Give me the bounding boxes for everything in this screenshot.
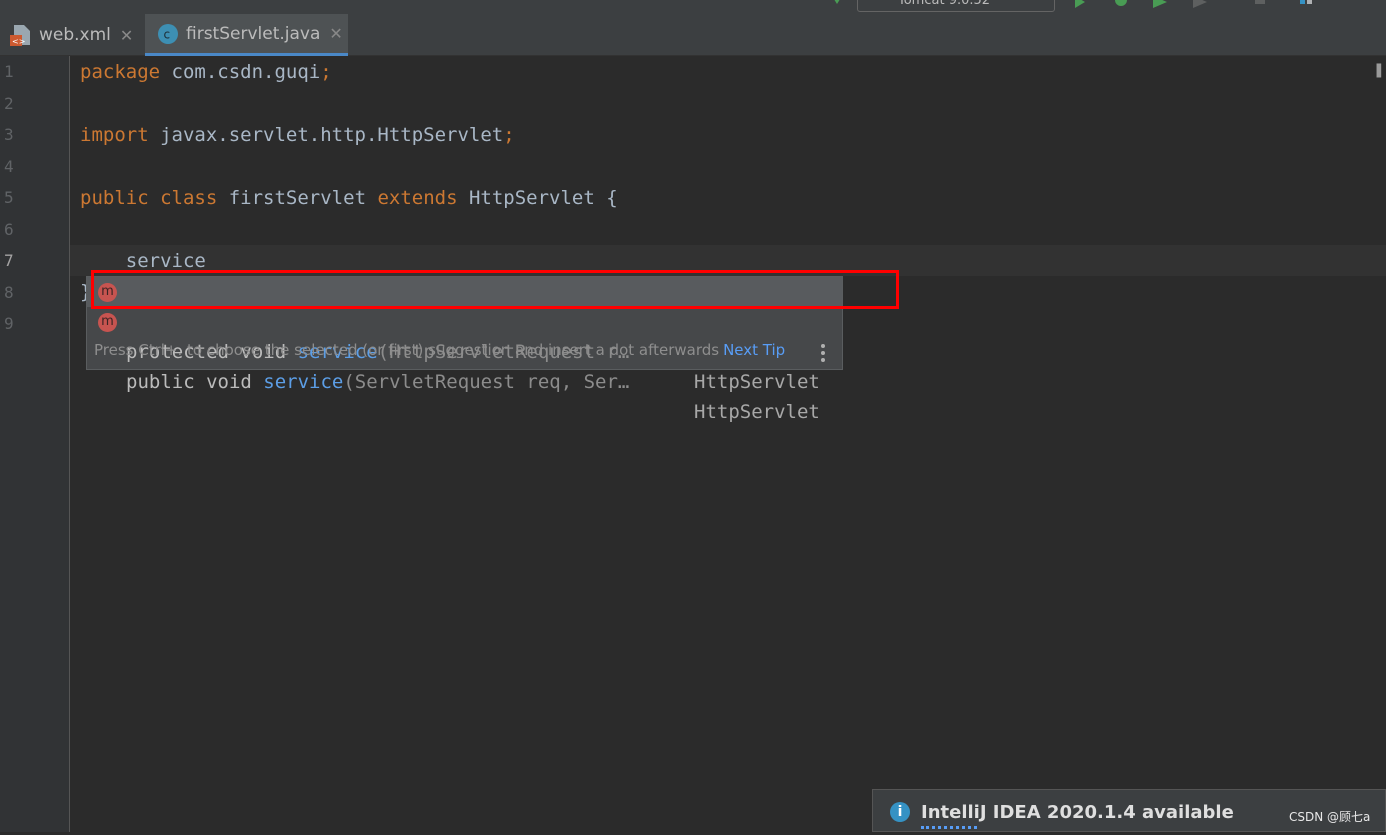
stop-icon[interactable] [1253,0,1267,8]
line-number: 5 [4,188,14,207]
line-number: 8 [4,283,14,302]
method-icon: m [98,313,117,332]
coverage-icon[interactable] [1153,0,1167,8]
keyword: public [80,187,149,209]
method-name: service [263,371,344,393]
profile-icon[interactable] [1193,0,1207,8]
keyword: import [80,124,149,146]
completion-item[interactable]: m public void service(ServletRequest req… [87,307,842,423]
keyword: class [160,187,218,209]
more-options-icon[interactable] [821,344,825,365]
pause-icon[interactable]: ❚❚ [1373,62,1386,78]
keyword: extends [377,187,458,209]
java-class-icon: c [158,23,178,44]
xml-file-icon: <> [10,25,30,46]
semicolon: ; [503,124,515,146]
svg-text:c: c [164,27,171,41]
class-name: firstServlet [217,187,378,209]
line-number: 2 [4,94,14,113]
run-icon[interactable] [1073,0,1087,8]
completion-hint: Press Ctrl+. to choose the selected (or … [94,341,785,359]
method-params: (ServletRequest req, Ser… [343,371,630,393]
notification-link[interactable] [921,826,977,835]
code-text: javax.servlet.http.HttpServlet [148,124,504,146]
build-icon[interactable] [830,0,844,8]
line-number: 4 [4,157,14,176]
tab-web-xml[interactable]: <> web.xml ✕ [0,14,143,56]
info-icon: i [890,802,910,822]
line-number: 6 [4,220,14,239]
code-line-3[interactable]: import javax.servlet.http.HttpServlet; [80,123,515,147]
editor-gutter: 1 2 3 4 5 6 7 8 9 [0,56,70,832]
watermark: CSDN @顾七a [1289,810,1371,824]
close-icon[interactable]: ✕ [329,24,342,43]
hint-text: Press Ctrl+. to choose the selected (or … [94,341,720,359]
tab-label: web.xml [39,25,111,45]
method-modifiers: public void [126,371,264,393]
keyword: package [80,61,161,83]
code-text: HttpServlet { [457,187,618,209]
tab-label: firstServlet.java [186,23,321,44]
line-number-current: 7 [4,251,14,270]
svg-text:<>: <> [12,37,25,46]
search-everywhere-icon[interactable] [1348,0,1362,8]
line-number: 3 [4,125,14,144]
editor-tab-bar: <> web.xml ✕ c firstServlet.java ✕ [0,14,1386,56]
debug-icon[interactable] [1114,0,1128,8]
completion-signature: public void service(ServletRequest req, … [126,367,629,397]
line-number: 1 [4,62,14,81]
code-line-5[interactable]: public class firstServlet extends HttpSe… [80,186,618,210]
code-text: com.csdn.guqi [160,61,321,83]
method-owner: HttpServlet [694,371,820,393]
semicolon: ; [320,61,332,83]
run-configuration-label: Tomcat 9.0.52 [898,0,991,8]
next-tip-link[interactable]: Next Tip [723,341,785,359]
project-structure-icon[interactable] [1300,0,1314,8]
code-line-1[interactable]: package com.csdn.guqi; [80,60,332,84]
tab-firstservlet-java[interactable]: c firstServlet.java ✕ [145,14,348,56]
line-number: 9 [4,314,14,333]
highlight-annotation-box [91,270,899,309]
notification-title: IntelliJ IDEA 2020.1.4 available [921,802,1234,823]
typed-text: service [80,250,206,272]
main-toolbar: Tomcat 9.0.52 [0,0,1386,14]
close-icon[interactable]: ✕ [120,26,133,45]
method-owner: HttpServlet [694,401,820,423]
run-configuration-select[interactable]: Tomcat 9.0.52 [857,0,1055,12]
